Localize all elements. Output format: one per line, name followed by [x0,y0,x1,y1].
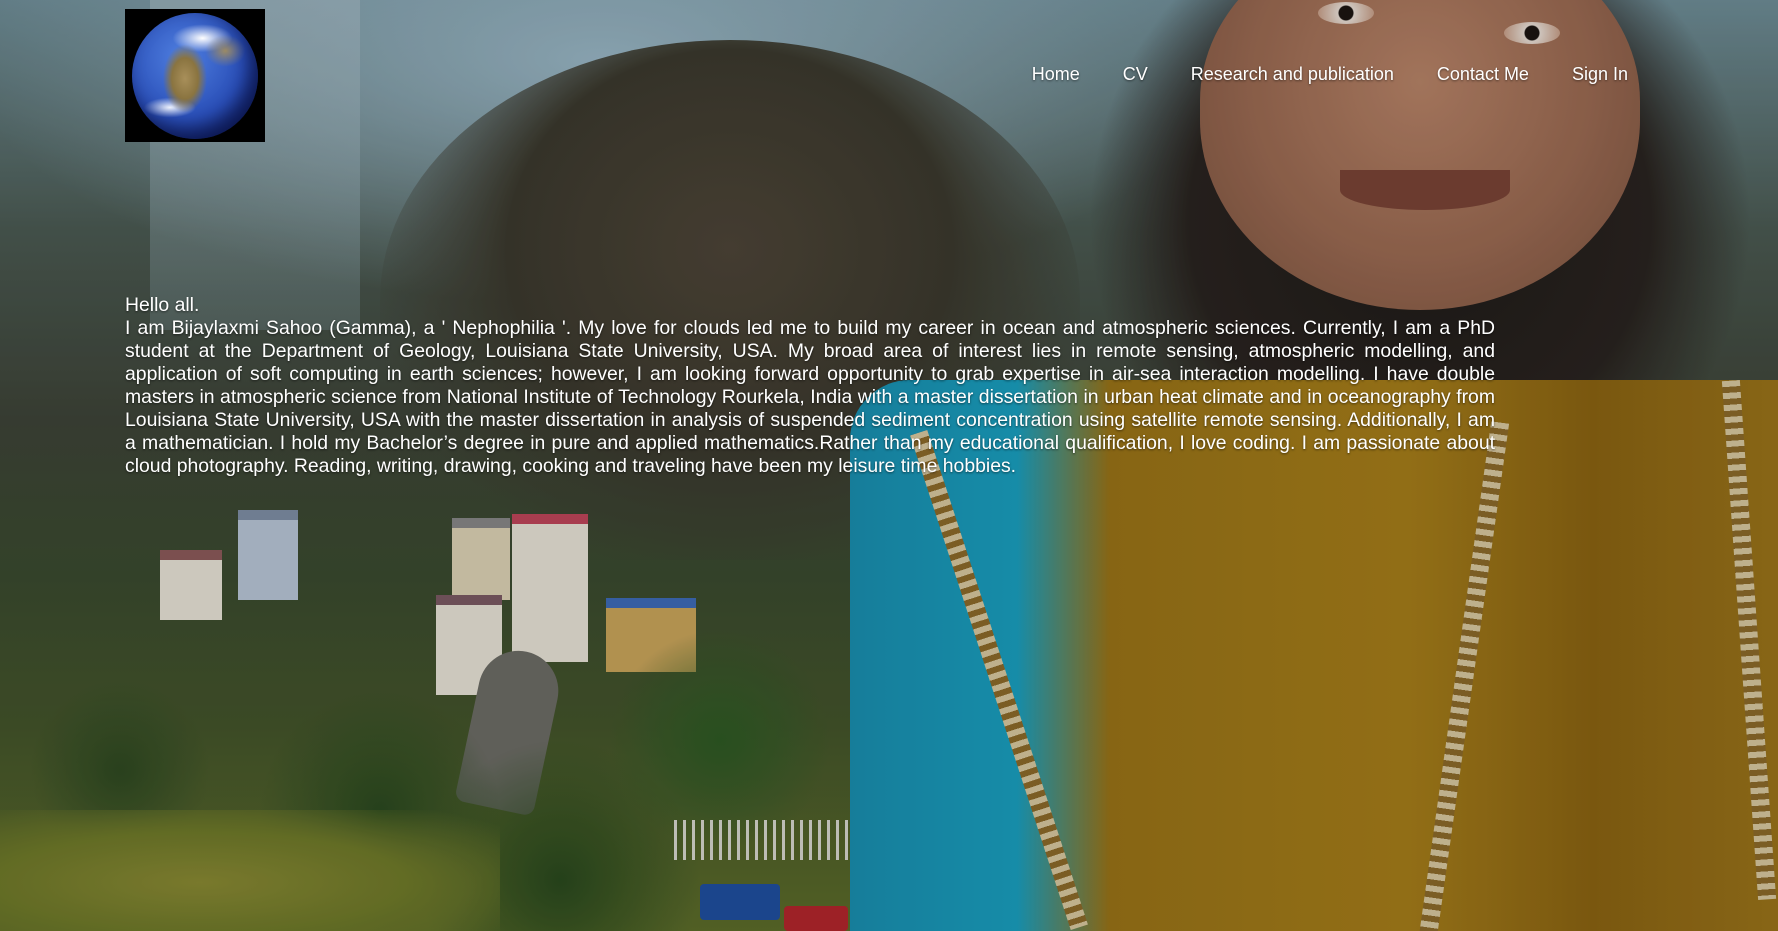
nav-home-link[interactable]: Home [1032,64,1080,85]
intro-section: Hello all. I am Bijaylaxmi Sahoo (Gamma)… [125,294,1495,478]
nav-research-link[interactable]: Research and publication [1191,64,1394,85]
intro-paragraph: I am Bijaylaxmi Sahoo (Gamma), a ' Nepho… [125,317,1495,477]
main-nav: Home CV Research and publication Contact… [989,64,1628,85]
site-logo[interactable] [125,9,265,142]
intro-greeting: Hello all. [125,294,200,316]
earth-globe-icon [132,12,258,139]
nav-sign-in-link[interactable]: Sign In [1572,64,1628,85]
nav-cv-link[interactable]: CV [1123,64,1148,85]
nav-contact-link[interactable]: Contact Me [1437,64,1529,85]
